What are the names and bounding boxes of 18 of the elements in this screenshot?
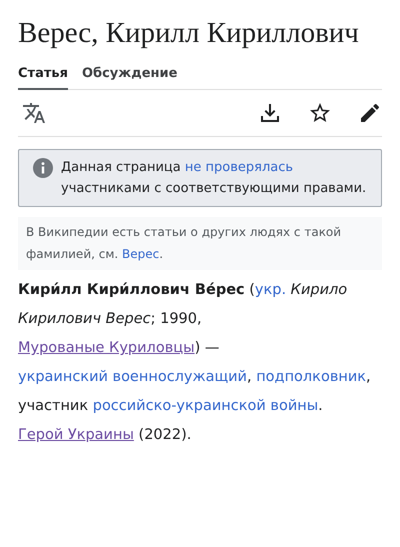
link[interactable]: Верес <box>122 247 160 261</box>
info-icon <box>33 158 53 178</box>
link[interactable]: не проверялась <box>184 160 294 175</box>
download-icon[interactable] <box>258 101 282 125</box>
notice-text: Данная страница не проверялась участниками с соответствующими правами. <box>61 159 368 198</box>
tab[interactable]: Статья <box>18 62 68 90</box>
translate-icon[interactable] <box>22 101 46 125</box>
hatnote: В Википедии есть статьи о других людях с такой фамилией, см. Верес. <box>18 217 382 270</box>
page-title: Верес, Кирилл Кириллович <box>18 16 360 51</box>
tab[interactable]: Обсуждение <box>82 62 178 90</box>
link[interactable]: укр. <box>254 282 286 298</box>
link[interactable]: подполковник <box>256 369 366 385</box>
link[interactable]: Мурованые Куриловцы <box>18 340 195 356</box>
lead-paragraph: Кири́лл Кири́ллович Ве́рес (укр. Кирило Кирилович Верес; 1990, Мурованые Куриловцы) — украинский военнослужащий, подполковник, участник российско-украинской войны. Герой Украины (2022). <box>18 281 372 445</box>
edit-icon[interactable] <box>358 101 382 125</box>
link[interactable]: украинский военнослужащий <box>18 369 247 385</box>
link[interactable]: Герой Украины <box>18 427 134 443</box>
link[interactable]: российско-украинской войны <box>92 398 318 414</box>
